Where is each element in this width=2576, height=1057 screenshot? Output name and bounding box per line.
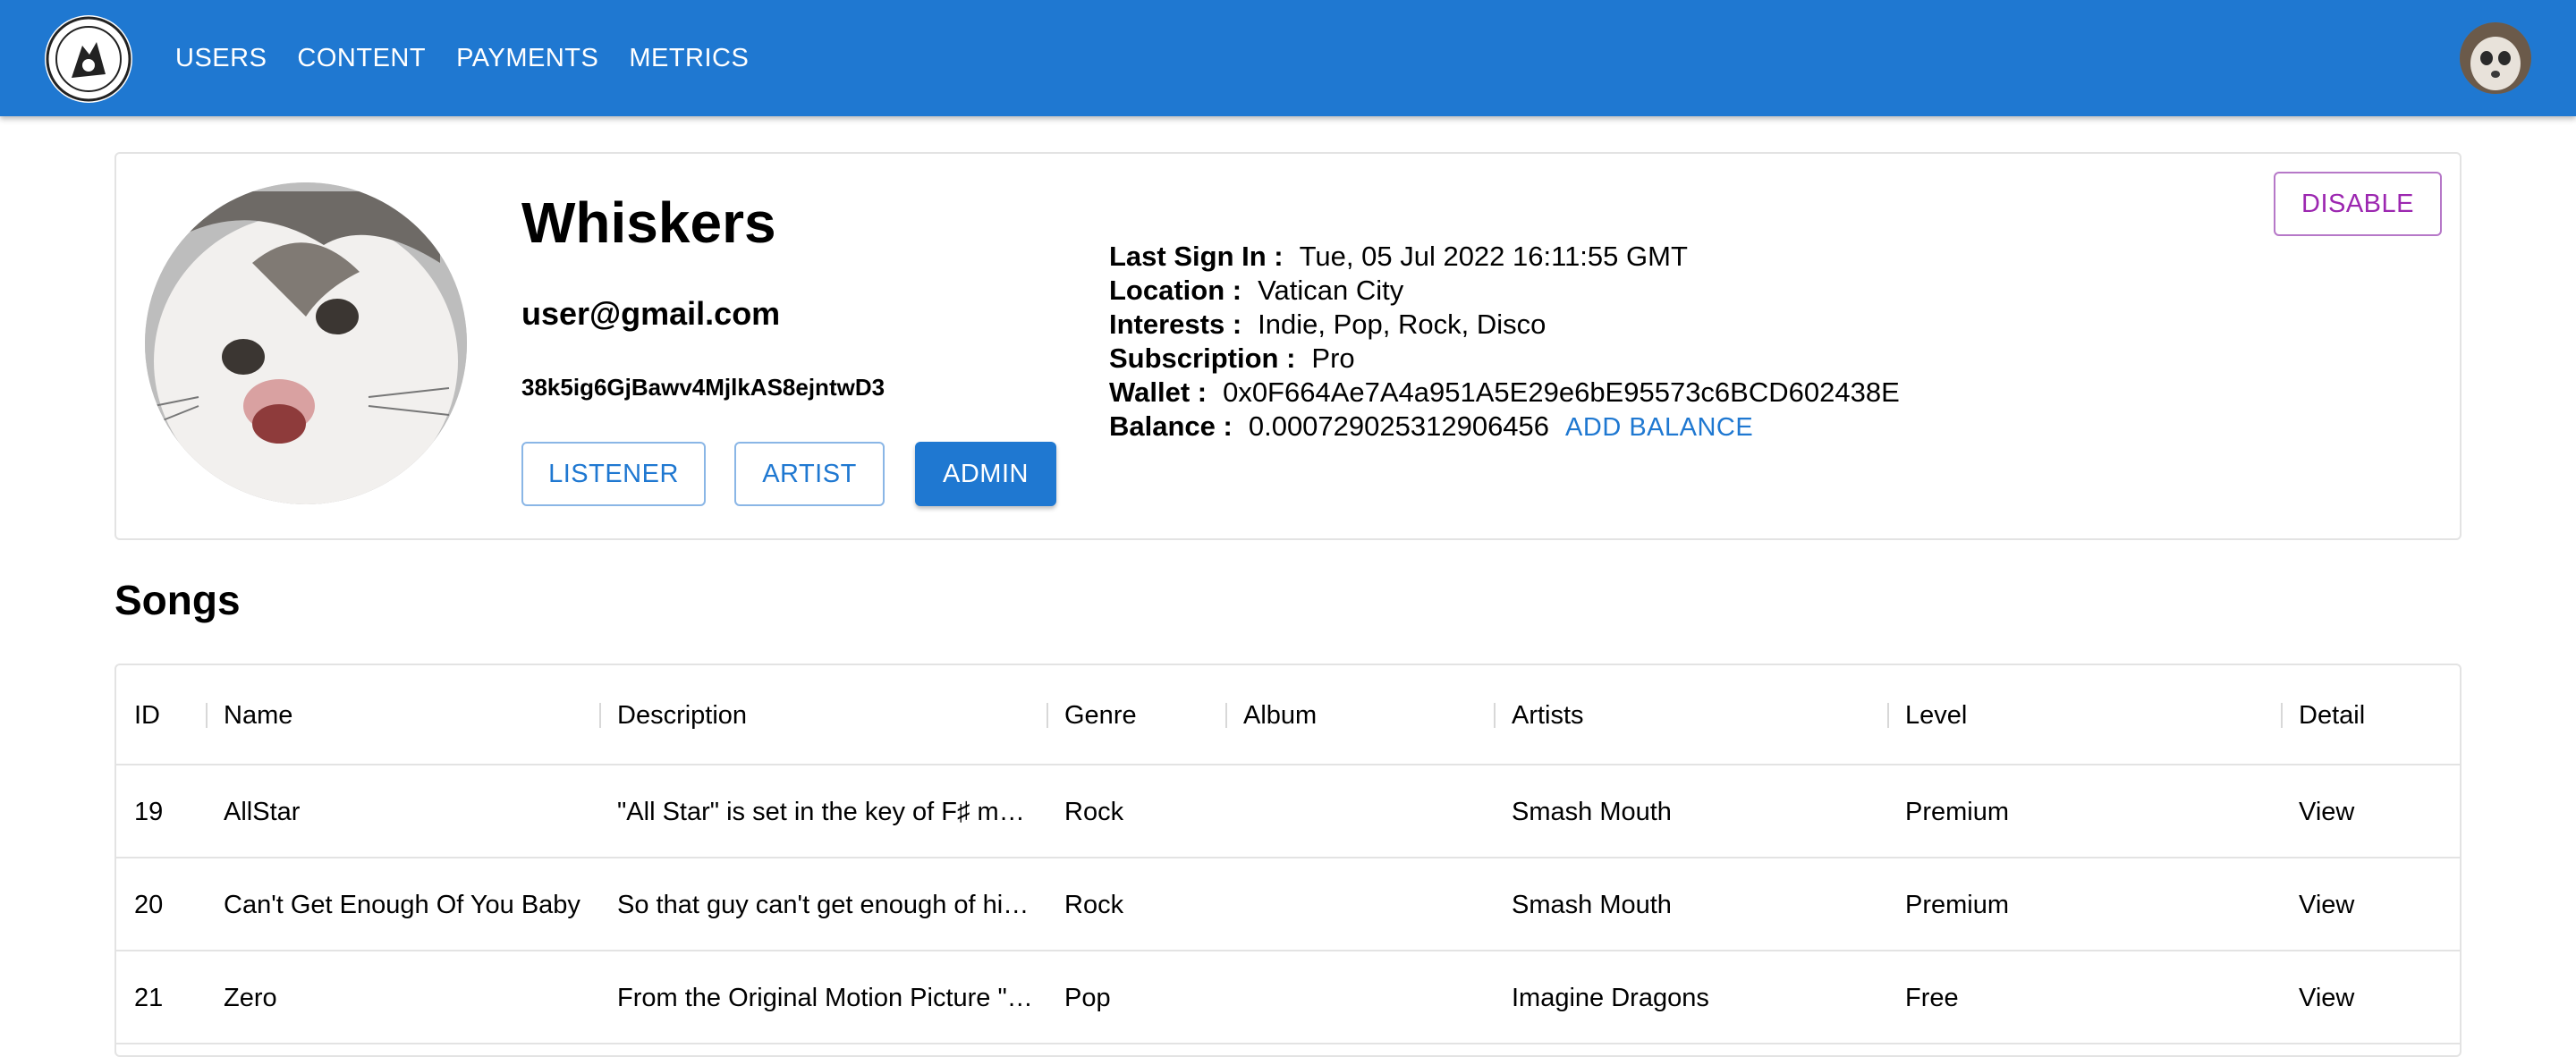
column-header-genre[interactable]: Genre bbox=[1064, 665, 1137, 765]
view-detail-link[interactable]: View bbox=[2299, 765, 2451, 858]
column-header-artists[interactable]: Artists bbox=[1512, 665, 1584, 765]
detail-value: Vatican City bbox=[1258, 275, 1404, 306]
detail-value: Tue, 05 Jul 2022 16:11:55 GMT bbox=[1299, 241, 1688, 272]
main-nav: USERS CONTENT PAYMENTS METRICS bbox=[175, 0, 779, 116]
cell-id: 21 bbox=[134, 984, 164, 1012]
add-balance-button[interactable]: ADD BALANCE bbox=[1565, 413, 1753, 442]
cell-genre: Rock bbox=[1064, 798, 1124, 826]
detail-subscription: Subscription : Pro bbox=[1109, 342, 1900, 376]
cat-photo-icon bbox=[145, 182, 467, 504]
animal-photo-icon bbox=[2460, 22, 2531, 94]
cell-name: Zero bbox=[224, 984, 277, 1012]
nav-metrics[interactable]: METRICS bbox=[629, 44, 749, 73]
detail-label: Location : bbox=[1109, 275, 1242, 306]
detail-value: Indie, Pop, Rock, Disco bbox=[1258, 309, 1546, 340]
column-separator[interactable] bbox=[206, 703, 208, 728]
detail-label: Last Sign In : bbox=[1109, 241, 1284, 272]
column-header-id[interactable]: ID bbox=[134, 665, 160, 765]
cell-level: Premium bbox=[1905, 891, 2010, 919]
cell-description: "All Star" is set in the key of F♯ m… bbox=[617, 798, 1025, 826]
column-separator[interactable] bbox=[599, 703, 601, 728]
detail-label: Subscription : bbox=[1109, 342, 1296, 374]
view-detail-link[interactable]: View bbox=[2299, 951, 2451, 1044]
detail-wallet: Wallet : 0x0F664Ae7A4a951A5E29e6bE95573c6… bbox=[1109, 376, 1900, 410]
column-separator[interactable] bbox=[1046, 703, 1048, 728]
detail-value: 0.000729025312906456 bbox=[1248, 410, 1550, 442]
cell-name: Can't Get Enough Of You Baby bbox=[224, 891, 580, 919]
detail-label: Wallet : bbox=[1109, 376, 1208, 408]
role-listener-button[interactable]: LISTENER bbox=[521, 442, 706, 506]
cell-level: Free bbox=[1905, 984, 1959, 1012]
cell-album bbox=[1243, 858, 1485, 951]
cell-album bbox=[1243, 951, 1485, 1044]
cell-artists: Imagine Dragons bbox=[1512, 984, 1709, 1012]
detail-balance: Balance : 0.000729025312906456 ADD BALANCE bbox=[1109, 410, 1900, 444]
table-row[interactable]: 19 AllStar "All Star" is set in the key … bbox=[116, 765, 2460, 858]
cell-genre: Rock bbox=[1064, 891, 1124, 919]
column-header-level[interactable]: Level bbox=[1905, 665, 1967, 765]
seal-icon bbox=[46, 16, 131, 102]
column-header-detail[interactable]: Detail bbox=[2299, 665, 2365, 765]
app-bar: USERS CONTENT PAYMENTS METRICS bbox=[0, 0, 2576, 116]
role-artist-button[interactable]: ARTIST bbox=[734, 442, 885, 506]
column-header-description[interactable]: Description bbox=[617, 665, 747, 765]
column-separator[interactable] bbox=[1494, 703, 1496, 728]
column-separator[interactable] bbox=[1225, 703, 1227, 728]
cell-id: 19 bbox=[134, 798, 164, 826]
column-header-name[interactable]: Name bbox=[224, 665, 292, 765]
table-row[interactable]: 21 Zero From the Original Motion Picture… bbox=[116, 951, 2460, 1044]
university-logo[interactable] bbox=[45, 15, 132, 103]
column-header-album[interactable]: Album bbox=[1243, 665, 1317, 765]
cell-artists: Smash Mouth bbox=[1512, 798, 1672, 826]
column-separator[interactable] bbox=[1887, 703, 1889, 728]
column-separator[interactable] bbox=[2281, 703, 2283, 728]
detail-interests: Interests : Indie, Pop, Rock, Disco bbox=[1109, 308, 1900, 342]
disable-user-button[interactable]: DISABLE bbox=[2274, 172, 2442, 236]
table-row[interactable]: 20 Can't Get Enough Of You Baby So that … bbox=[116, 858, 2460, 951]
cell-album bbox=[1243, 765, 1485, 858]
nav-users[interactable]: USERS bbox=[175, 44, 267, 73]
cell-id: 20 bbox=[134, 891, 164, 919]
profile-photo bbox=[145, 182, 467, 504]
cell-genre: Pop bbox=[1064, 984, 1111, 1012]
role-admin-button[interactable]: ADMIN bbox=[915, 442, 1056, 506]
detail-value: Pro bbox=[1311, 342, 1355, 374]
view-detail-link[interactable]: View bbox=[2299, 858, 2451, 951]
nav-payments[interactable]: PAYMENTS bbox=[456, 44, 598, 73]
column-separator[interactable] bbox=[2460, 703, 2462, 728]
profile-uid: 38k5ig6GjBawv4MjlkAS8ejntwD3 bbox=[521, 374, 886, 401]
cell-description: So that guy can't get enough of hi… bbox=[617, 891, 1030, 919]
cell-description: From the Original Motion Picture "… bbox=[617, 984, 1033, 1012]
cell-level: Premium bbox=[1905, 798, 2010, 826]
songs-table: ID Name Description Genre Album Artists … bbox=[114, 664, 2462, 1057]
cell-artists: Smash Mouth bbox=[1512, 891, 1672, 919]
user-profile-card: Whiskers user@gmail.com 38k5ig6GjBawv4Mj… bbox=[114, 152, 2462, 540]
table-header: ID Name Description Genre Album Artists … bbox=[116, 665, 2460, 765]
profile-name: Whiskers bbox=[521, 190, 776, 255]
detail-label: Balance : bbox=[1109, 410, 1233, 442]
detail-last-sign-in: Last Sign In : Tue, 05 Jul 2022 16:11:55 … bbox=[1109, 240, 1900, 274]
detail-location: Location : Vatican City bbox=[1109, 274, 1900, 308]
account-avatar[interactable] bbox=[2460, 22, 2531, 94]
cell-name: AllStar bbox=[224, 798, 301, 826]
profile-details: Last Sign In : Tue, 05 Jul 2022 16:11:55 … bbox=[1109, 240, 1900, 444]
songs-section-title: Songs bbox=[114, 577, 241, 623]
profile-email: user@gmail.com bbox=[521, 295, 781, 332]
detail-label: Interests : bbox=[1109, 309, 1242, 340]
nav-content[interactable]: CONTENT bbox=[297, 44, 426, 73]
detail-value: 0x0F664Ae7A4a951A5E29e6bE95573c6BCD60243… bbox=[1223, 376, 1900, 408]
